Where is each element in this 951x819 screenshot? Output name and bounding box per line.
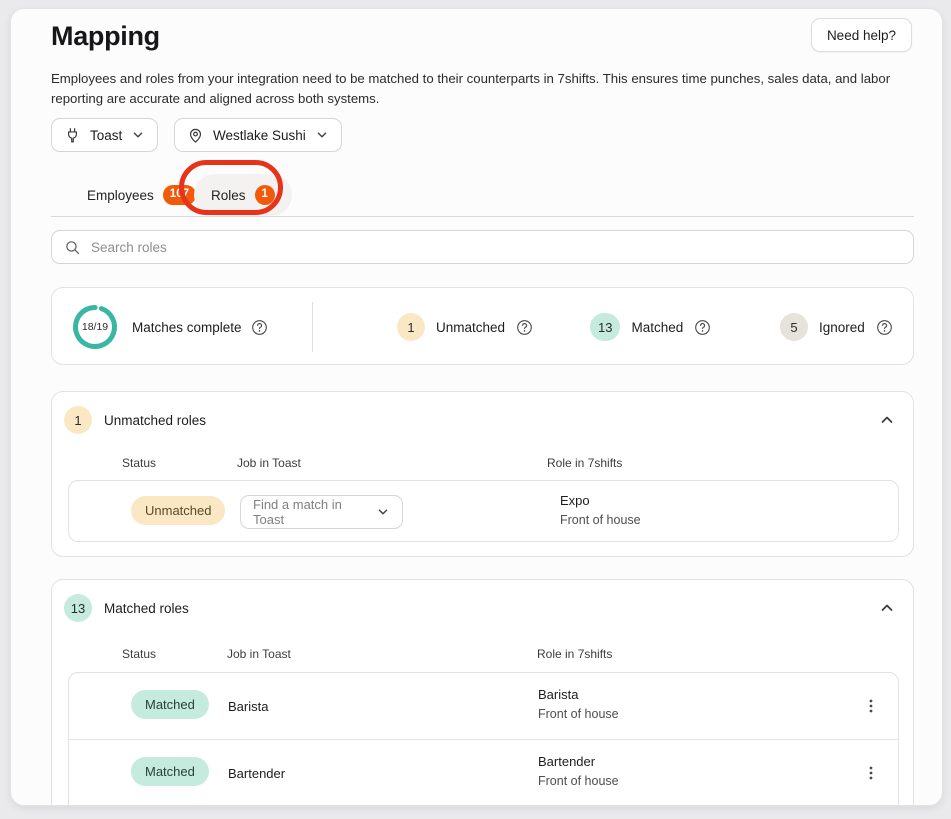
job-name: Bartender — [228, 766, 285, 781]
kebab-menu-icon[interactable] — [859, 694, 883, 721]
help-icon[interactable] — [516, 319, 533, 336]
role-cell: Expo Front of house — [560, 493, 641, 527]
matched-roles-table: Matched Barista Barista Front of house M… — [68, 672, 899, 806]
need-help-button[interactable]: Need help? — [811, 18, 912, 52]
table-row: Matched Bartender Bartender Front of hou… — [69, 739, 898, 805]
search-box — [51, 230, 914, 264]
matched-label: Matched — [631, 320, 683, 335]
match-summary-bar: 18/19 Matches complete 1 Unmatched — [51, 287, 914, 365]
chevron-down-icon — [131, 128, 145, 142]
job-name: Barista — [228, 699, 268, 714]
progress-ring: 18/19 — [71, 303, 119, 351]
search-icon — [64, 239, 81, 256]
page-title: Mapping — [51, 21, 160, 52]
mapping-panel: Mapping Need help? Employees and roles f… — [10, 8, 943, 806]
tab-employees-count-badge: 107 — [163, 185, 196, 205]
matched-section-count-badge: 13 — [64, 594, 92, 622]
location-dropdown-label: Westlake Sushi — [213, 128, 306, 143]
role-name: Barista — [538, 687, 619, 702]
ignored-count-badge: 5 — [780, 313, 808, 341]
stat-unmatched: 1 Unmatched — [397, 288, 533, 366]
role-group: Front of house — [538, 707, 619, 721]
role-group: Front of house — [560, 513, 641, 527]
integration-dropdown[interactable]: Toast — [51, 118, 158, 152]
role-name: Bartender — [538, 754, 619, 769]
status-badge: Unmatched — [131, 496, 225, 525]
stat-matched: 13 Matched — [590, 288, 711, 366]
column-header-status: Status — [122, 647, 156, 661]
kebab-menu-icon[interactable] — [859, 761, 883, 788]
tab-roles[interactable]: Roles 1 — [194, 174, 292, 216]
search-input[interactable] — [91, 240, 901, 255]
stat-ignored: 5 Ignored — [780, 288, 893, 366]
column-header-role: Role in 7shifts — [547, 456, 622, 470]
tabs-divider — [51, 216, 914, 217]
matched-count-badge: 13 — [590, 313, 620, 341]
column-header-role: Role in 7shifts — [537, 647, 612, 661]
tab-employees-label: Employees — [87, 188, 154, 203]
help-icon[interactable] — [876, 319, 893, 336]
unmatched-roles-section: 1 Unmatched roles Status Job in Toast Ro… — [51, 391, 914, 557]
help-icon[interactable] — [694, 319, 711, 336]
unmatched-count-badge: 1 — [397, 313, 425, 341]
table-row: Matched Barista Barista Front of house — [69, 673, 898, 739]
chevron-down-icon — [376, 505, 390, 519]
tab-employees[interactable]: Employees 107 — [87, 174, 196, 216]
find-match-select-label: Find a match in Toast — [253, 497, 376, 527]
table-row: Unmatched Find a match in Toast Expo Fro… — [69, 481, 898, 542]
help-icon[interactable] — [251, 319, 268, 336]
role-cell: Bartender Front of house — [538, 754, 619, 788]
ignored-label: Ignored — [819, 320, 865, 335]
role-cell: Barista Front of house — [538, 687, 619, 721]
tab-roles-label: Roles — [211, 188, 246, 203]
unmatched-section-title: Unmatched roles — [104, 392, 206, 448]
column-header-job: Job in Toast — [227, 647, 291, 661]
matches-complete-label: Matches complete — [132, 320, 242, 335]
role-name: Expo — [560, 493, 641, 508]
column-header-job: Job in Toast — [237, 456, 301, 470]
matched-roles-section: 13 Matched roles Status Job in Toast Rol… — [51, 579, 914, 806]
collapse-chevron-up-icon[interactable] — [875, 596, 899, 623]
unmatched-label: Unmatched — [436, 320, 505, 335]
role-group: Front of house — [538, 774, 619, 788]
table-row — [69, 805, 898, 806]
progress-ring-value: 18/19 — [71, 303, 119, 351]
column-header-status: Status — [122, 456, 156, 470]
summary-divider — [312, 302, 313, 352]
integration-dropdown-label: Toast — [90, 128, 122, 143]
page-description: Employees and roles from your integratio… — [51, 69, 913, 110]
plug-icon — [64, 127, 81, 144]
unmatched-section-count-badge: 1 — [64, 406, 92, 434]
find-match-select[interactable]: Find a match in Toast — [240, 495, 403, 529]
unmatched-roles-table: Unmatched Find a match in Toast Expo Fro… — [68, 480, 899, 542]
collapse-chevron-up-icon[interactable] — [875, 408, 899, 435]
tab-roles-count-badge: 1 — [255, 185, 275, 205]
location-dropdown[interactable]: Westlake Sushi — [174, 118, 342, 152]
status-badge: Matched — [131, 757, 209, 786]
location-pin-icon — [187, 127, 204, 144]
status-badge: Matched — [131, 690, 209, 719]
matched-section-title: Matched roles — [104, 580, 189, 636]
chevron-down-icon — [315, 128, 329, 142]
